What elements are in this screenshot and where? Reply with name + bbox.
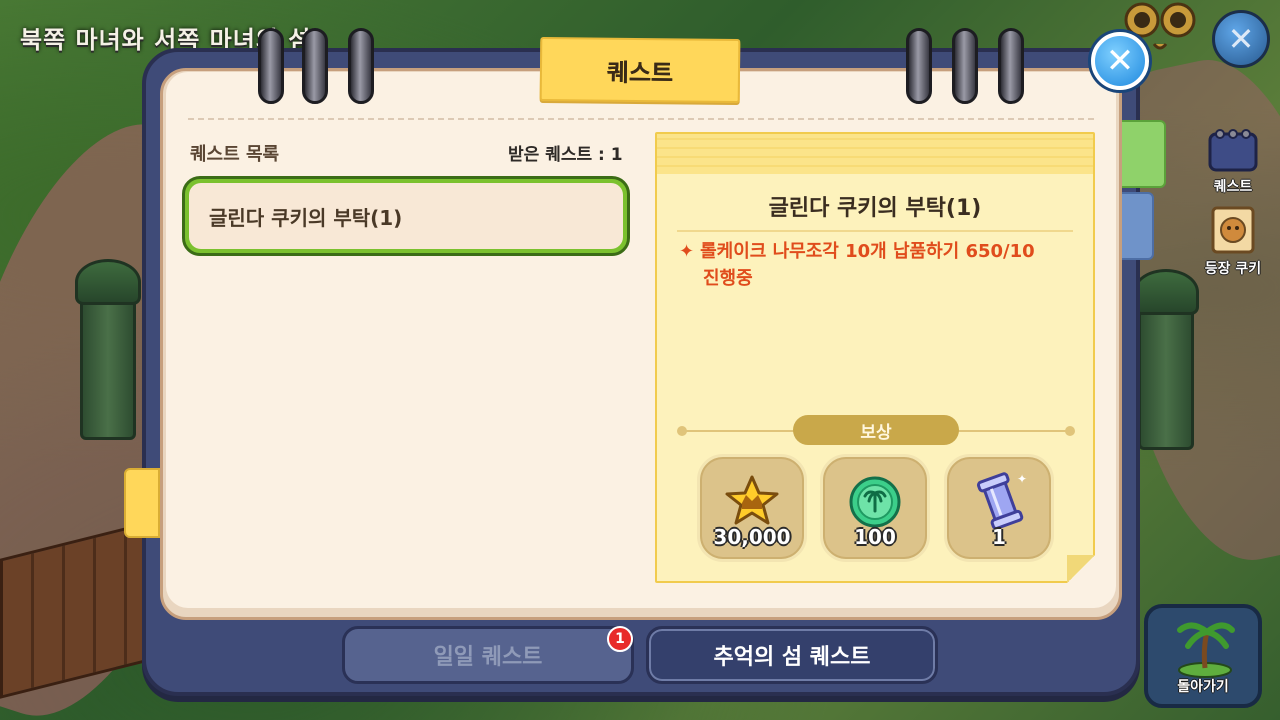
- detail-title-divider: [677, 230, 1073, 232]
- quest-list-item-label: 글린다 쿠키의 부탁(1): [189, 183, 623, 249]
- reward-slot[interactable]: 30,000: [697, 454, 807, 562]
- binder-ring-icon: [952, 28, 978, 104]
- tab-memory-island-quest[interactable]: 추억의 섬 퀘스트: [646, 626, 938, 684]
- notification-badge: 1: [607, 626, 633, 652]
- detail-header-stripe: [657, 134, 1093, 174]
- hud-quest-button[interactable]: 퀘스트: [1198, 126, 1268, 196]
- binder-ring-icon: [998, 28, 1024, 104]
- binder-ring-icon: [348, 28, 374, 104]
- palm-coin-icon: [849, 476, 901, 528]
- tab-daily-quest[interactable]: 일일 퀘스트: [342, 626, 634, 684]
- sparkle-icon: ✦: [679, 241, 695, 262]
- reward-divider-dot: [1065, 426, 1075, 436]
- quest-list-header: 퀘스트 목록: [190, 144, 280, 165]
- quest-detail-panel: 글린다 쿠키의 부탁(1) ✦ 롤케이크 나무조각 10개 납품하기 650/10…: [655, 132, 1095, 583]
- palm-island-icon: [1177, 622, 1235, 678]
- quest-detail-title: 글린다 쿠키의 부탁(1): [768, 196, 982, 221]
- svg-text:✦: ✦: [1017, 472, 1027, 486]
- reward-slot[interactable]: 100: [820, 454, 930, 562]
- reward-amount: 1: [992, 525, 1006, 549]
- header-divider: [188, 118, 1094, 120]
- quest-book-icon: [1208, 129, 1258, 172]
- quest-status: 진행중: [703, 268, 753, 289]
- crystal-pillar-icon: ✦: [976, 472, 1027, 530]
- received-quest-count: 받은 퀘스트 : 1: [508, 145, 623, 165]
- binder-ring-icon: [258, 28, 284, 104]
- side-tab-blue[interactable]: [1118, 192, 1154, 260]
- binder-ring-icon: [302, 28, 328, 104]
- quest-objective: ✦ 롤케이크 나무조각 10개 납품하기 650/10 진행중: [679, 238, 1035, 292]
- quest-objective-text: 롤케이크 나무조각 10개 납품하기 650/10: [700, 241, 1035, 262]
- page-corner-fold: [1067, 555, 1095, 583]
- reward-amount: 100: [854, 525, 896, 549]
- hud-cookie-button[interactable]: 등장 쿠키: [1198, 206, 1268, 278]
- side-tab-green[interactable]: [1118, 120, 1166, 188]
- window-title: 퀘스트: [606, 58, 674, 87]
- close-icon: ✕: [1105, 41, 1135, 81]
- background-pillar-left: [75, 259, 141, 440]
- return-button[interactable]: 돌아가기: [1144, 604, 1262, 708]
- window-title-tag: 퀘스트: [539, 36, 741, 104]
- xp-star-icon: [725, 475, 779, 525]
- background-pillar-right: [1133, 269, 1199, 450]
- quest-list-item[interactable]: 글린다 쿠키의 부탁(1): [182, 176, 630, 256]
- hud-quest-label: 퀘스트: [1213, 179, 1253, 195]
- reward-slot[interactable]: ✦ 1: [944, 454, 1054, 562]
- top-close-button[interactable]: ✕: [1212, 10, 1270, 68]
- side-tab-yellow[interactable]: [124, 468, 160, 538]
- binder-ring-icon: [906, 28, 932, 104]
- return-label: 돌아가기: [1177, 679, 1229, 695]
- hud-cookie-label: 등장 쿠키: [1204, 261, 1262, 277]
- reward-amount: 30,000: [713, 525, 791, 549]
- reward-divider-dot: [677, 426, 687, 436]
- reward-label: 보상: [793, 415, 959, 445]
- close-button[interactable]: ✕: [1091, 32, 1149, 90]
- cookie-card-icon: [1211, 206, 1255, 254]
